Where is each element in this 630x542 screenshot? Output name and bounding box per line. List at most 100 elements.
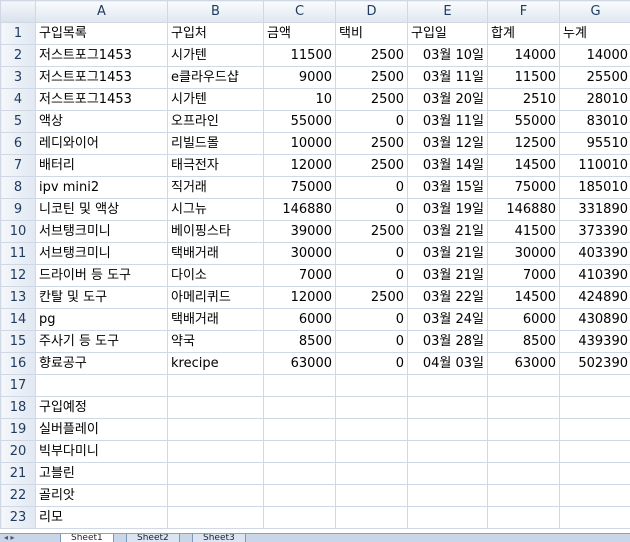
row-header[interactable]: 21 <box>1 463 36 485</box>
cell-f15[interactable]: 8500 <box>488 331 560 353</box>
cell-g9[interactable]: 331890 <box>560 199 630 221</box>
cell-a20[interactable]: 빅부다미니 <box>36 441 168 463</box>
row-header[interactable]: 5 <box>1 111 36 133</box>
cell-g10[interactable]: 373390 <box>560 221 630 243</box>
cell-a13[interactable]: 칸탈 및 도구 <box>36 287 168 309</box>
cell-f20[interactable] <box>488 441 560 463</box>
cell-d2[interactable]: 2500 <box>336 45 408 67</box>
cell-f3[interactable]: 11500 <box>488 67 560 89</box>
row-header[interactable]: 16 <box>1 353 36 375</box>
cell-c21[interactable] <box>264 463 336 485</box>
row-header[interactable]: 2 <box>1 45 36 67</box>
cell-f2[interactable]: 14000 <box>488 45 560 67</box>
column-header-d[interactable]: D <box>336 1 408 23</box>
cell-a19[interactable]: 실버플레이 <box>36 419 168 441</box>
cell-b14[interactable]: 택배거래 <box>168 309 264 331</box>
cell-e2[interactable]: 03월 10일 <box>408 45 488 67</box>
cell-f1[interactable]: 합계 <box>488 23 560 45</box>
cell-a14[interactable]: pg <box>36 309 168 331</box>
cell-b16[interactable]: krecipe <box>168 353 264 375</box>
cell-d12[interactable]: 0 <box>336 265 408 287</box>
cell-d9[interactable]: 0 <box>336 199 408 221</box>
cell-a12[interactable]: 드라이버 등 도구 <box>36 265 168 287</box>
cell-f7[interactable]: 14500 <box>488 155 560 177</box>
cell-c14[interactable]: 6000 <box>264 309 336 331</box>
cell-f11[interactable]: 30000 <box>488 243 560 265</box>
row-header[interactable]: 23 <box>1 507 36 529</box>
cell-d10[interactable]: 2500 <box>336 221 408 243</box>
cell-d21[interactable] <box>336 463 408 485</box>
cell-b10[interactable]: 베이핑스타 <box>168 221 264 243</box>
cell-e21[interactable] <box>408 463 488 485</box>
column-header-e[interactable]: E <box>408 1 488 23</box>
cell-f21[interactable] <box>488 463 560 485</box>
row-header[interactable]: 10 <box>1 221 36 243</box>
row-header[interactable]: 19 <box>1 419 36 441</box>
cell-c8[interactable]: 75000 <box>264 177 336 199</box>
cell-d17[interactable] <box>336 375 408 397</box>
cell-b13[interactable]: 아메리퀴드 <box>168 287 264 309</box>
cell-e20[interactable] <box>408 441 488 463</box>
cell-g11[interactable]: 403390 <box>560 243 630 265</box>
cell-d4[interactable]: 2500 <box>336 89 408 111</box>
cell-g14[interactable]: 430890 <box>560 309 630 331</box>
cell-a15[interactable]: 주사기 등 도구 <box>36 331 168 353</box>
cell-d3[interactable]: 2500 <box>336 67 408 89</box>
cell-d18[interactable] <box>336 397 408 419</box>
cell-d20[interactable] <box>336 441 408 463</box>
cell-b22[interactable] <box>168 485 264 507</box>
cell-e14[interactable]: 03월 24일 <box>408 309 488 331</box>
row-header[interactable]: 8 <box>1 177 36 199</box>
cell-c20[interactable] <box>264 441 336 463</box>
row-header[interactable]: 22 <box>1 485 36 507</box>
cell-g12[interactable]: 410390 <box>560 265 630 287</box>
cell-f9[interactable]: 146880 <box>488 199 560 221</box>
cell-a1[interactable]: 구입목록 <box>36 23 168 45</box>
cell-c11[interactable]: 30000 <box>264 243 336 265</box>
cell-c22[interactable] <box>264 485 336 507</box>
cell-b6[interactable]: 리빌드몰 <box>168 133 264 155</box>
cell-g18[interactable] <box>560 397 630 419</box>
cell-f10[interactable]: 41500 <box>488 221 560 243</box>
cell-g19[interactable] <box>560 419 630 441</box>
cell-c13[interactable]: 12000 <box>264 287 336 309</box>
row-header[interactable]: 12 <box>1 265 36 287</box>
cell-a9[interactable]: 니코틴 및 액상 <box>36 199 168 221</box>
row-header[interactable]: 3 <box>1 67 36 89</box>
cell-a5[interactable]: 액상 <box>36 111 168 133</box>
cell-d15[interactable]: 0 <box>336 331 408 353</box>
cell-a3[interactable]: 저스트포그1453 <box>36 67 168 89</box>
column-header-a[interactable]: A <box>36 1 168 23</box>
cell-c3[interactable]: 9000 <box>264 67 336 89</box>
cell-e15[interactable]: 03월 28일 <box>408 331 488 353</box>
cell-b12[interactable]: 다이소 <box>168 265 264 287</box>
row-header[interactable]: 7 <box>1 155 36 177</box>
cell-c1[interactable]: 금액 <box>264 23 336 45</box>
cell-g4[interactable]: 28010 <box>560 89 630 111</box>
cell-e3[interactable]: 03월 11일 <box>408 67 488 89</box>
column-header-b[interactable]: B <box>168 1 264 23</box>
cell-a11[interactable]: 서브탱크미니 <box>36 243 168 265</box>
row-header[interactable]: 15 <box>1 331 36 353</box>
cell-e7[interactable]: 03월 14일 <box>408 155 488 177</box>
cell-g20[interactable] <box>560 441 630 463</box>
cell-g7[interactable]: 110010 <box>560 155 630 177</box>
cell-f18[interactable] <box>488 397 560 419</box>
cell-g6[interactable]: 95510 <box>560 133 630 155</box>
cell-f6[interactable]: 12500 <box>488 133 560 155</box>
cell-e17[interactable] <box>408 375 488 397</box>
column-header-g[interactable]: G <box>560 1 630 23</box>
cell-a21[interactable]: 고블린 <box>36 463 168 485</box>
cell-c15[interactable]: 8500 <box>264 331 336 353</box>
cell-a2[interactable]: 저스트포그1453 <box>36 45 168 67</box>
row-header[interactable]: 17 <box>1 375 36 397</box>
cell-a17[interactable] <box>36 375 168 397</box>
cell-e23[interactable] <box>408 507 488 529</box>
cell-b23[interactable] <box>168 507 264 529</box>
cell-c5[interactable]: 55000 <box>264 111 336 133</box>
row-header[interactable]: 14 <box>1 309 36 331</box>
cell-g3[interactable]: 25500 <box>560 67 630 89</box>
cell-b18[interactable] <box>168 397 264 419</box>
cell-c9[interactable]: 146880 <box>264 199 336 221</box>
row-header[interactable]: 1 <box>1 23 36 45</box>
